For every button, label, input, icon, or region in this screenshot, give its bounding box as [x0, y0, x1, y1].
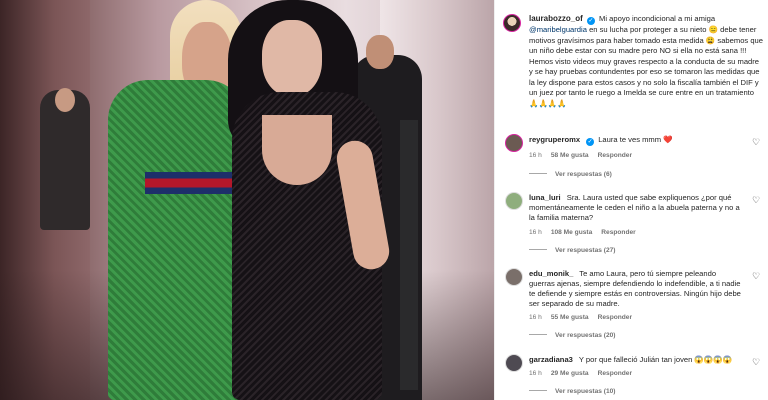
comment-likes[interactable]: 58 Me gusta: [551, 152, 589, 159]
comment-likes[interactable]: 55 Me gusta: [551, 314, 589, 321]
commenter-avatar[interactable]: [505, 268, 523, 286]
view-replies-button[interactable]: Ver respuestas (27): [529, 247, 615, 254]
reply-button[interactable]: Responder: [601, 229, 635, 236]
verified-icon: ✓: [586, 17, 595, 25]
commenter-username[interactable]: garzadiana3: [529, 355, 573, 364]
commenter-avatar[interactable]: [505, 354, 523, 372]
view-replies-button[interactable]: Ver respuestas (10): [529, 388, 615, 395]
comment-text: Y por que falleció Julián tan joven 😱😱😱😱: [578, 355, 733, 364]
caption-text-start: Mi apoyo incondicional a mi amiga: [599, 14, 716, 23]
replies-divider: [529, 173, 547, 174]
comment-text: Laura te ves mmm ❤️: [598, 135, 673, 144]
reply-button[interactable]: Responder: [598, 152, 632, 159]
view-replies-label: Ver respuestas (6): [555, 171, 612, 178]
comment-body: garzadiana3 Y por que falleció Julián ta…: [529, 355, 741, 365]
replies-divider: [529, 390, 547, 391]
post-photo[interactable]: [0, 0, 494, 400]
verified-icon: ✓: [586, 138, 595, 146]
view-replies-label: Ver respuestas (10): [555, 388, 616, 395]
commenter-username[interactable]: reygruperomx: [529, 135, 580, 144]
post-sidebar: laurabozzo_of ✓ Mi apoyo incondicional a…: [494, 0, 768, 400]
view-replies-button[interactable]: Ver respuestas (6): [529, 171, 612, 178]
comment-time[interactable]: 16 h: [529, 314, 542, 321]
reply-button[interactable]: Responder: [598, 314, 632, 321]
caption-body: laurabozzo_of ✓ Mi apoyo incondicional a…: [529, 14, 763, 109]
commenter-username[interactable]: luna_luri: [529, 193, 561, 202]
comment-likes[interactable]: 108 Me gusta: [551, 229, 592, 236]
commenter-avatar[interactable]: [505, 134, 523, 152]
view-replies-button[interactable]: Ver respuestas (20): [529, 332, 615, 339]
like-heart-icon[interactable]: ♡: [752, 272, 761, 281]
comment-body: reygruperomx ✓ Laura te ves mmm ❤️: [529, 135, 741, 146]
comment-meta: 16 h 58 Me gusta Responder: [529, 152, 641, 159]
reply-button[interactable]: Responder: [598, 370, 632, 377]
comment-meta: 16 h 55 Me gusta Responder: [529, 314, 641, 321]
replies-divider: [529, 249, 547, 250]
comment-item: reygruperomx ✓ Laura te ves mmm ❤️ ♡ 16 h…: [503, 134, 765, 186]
comment-meta: 16 h 29 Me gusta Responder: [529, 370, 641, 377]
commenter-username[interactable]: edu_monik_: [529, 269, 573, 278]
comment-body: edu_monik_ Te amo Laura, pero tú siempre…: [529, 269, 741, 309]
author-username[interactable]: laurabozzo_of: [529, 14, 583, 23]
comment-item: edu_monik_ Te amo Laura, pero tú siempre…: [503, 268, 765, 348]
like-heart-icon[interactable]: ♡: [752, 138, 761, 147]
replies-divider: [529, 334, 547, 335]
view-replies-label: Ver respuestas (20): [555, 332, 616, 339]
mention-link[interactable]: @maribelguardia: [529, 25, 587, 34]
author-avatar[interactable]: [503, 14, 521, 32]
comment-item: luna_luri Sra. Laura usted que sabe expl…: [503, 192, 765, 262]
caption-text-end: en su lucha por proteger a su nieto 😑 de…: [529, 25, 764, 108]
comment-time[interactable]: 16 h: [529, 229, 542, 236]
view-replies-label: Ver respuestas (27): [555, 247, 616, 254]
comment-time[interactable]: 16 h: [529, 152, 542, 159]
comment-item: garzadiana3 Y por que falleció Julián ta…: [503, 354, 765, 400]
like-heart-icon[interactable]: ♡: [752, 196, 761, 205]
like-heart-icon[interactable]: ♡: [752, 358, 761, 367]
comment-body: luna_luri Sra. Laura usted que sabe expl…: [529, 193, 741, 223]
comment-time[interactable]: 16 h: [529, 370, 542, 377]
commenter-avatar[interactable]: [505, 192, 523, 210]
comment-likes[interactable]: 29 Me gusta: [551, 370, 589, 377]
comment-meta: 16 h 108 Me gusta Responder: [529, 229, 645, 236]
